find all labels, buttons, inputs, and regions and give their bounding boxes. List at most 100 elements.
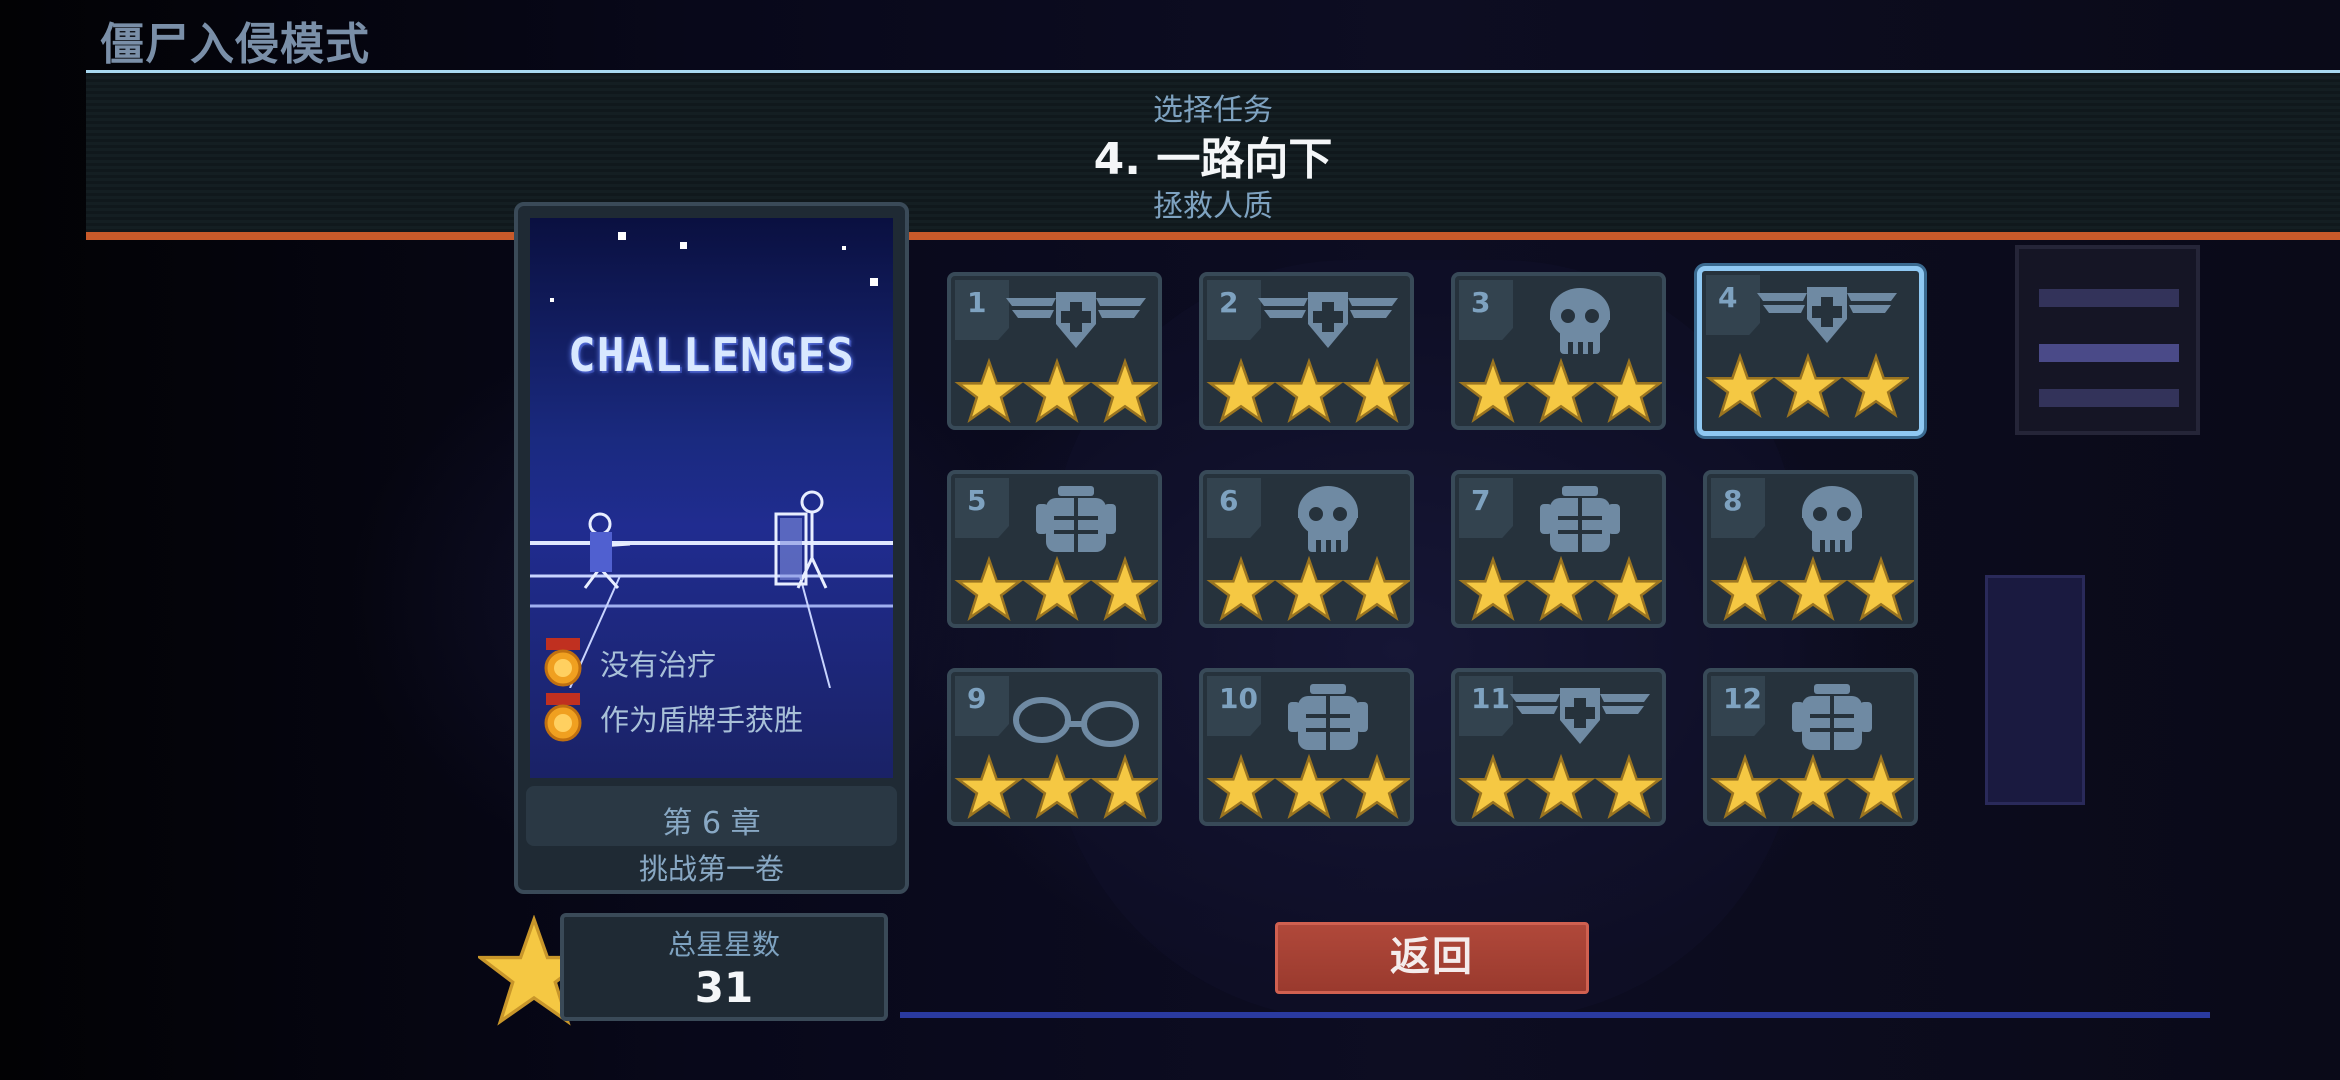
skull-icon [1802, 486, 1862, 552]
mission-tile-7[interactable]: 7 [1451, 470, 1666, 628]
medal-icon [544, 693, 582, 742]
star-icon [1710, 555, 1780, 622]
mission-number: 2 [1219, 286, 1239, 319]
chapter-label: 第 6 章 [662, 806, 761, 841]
mission-number: 9 [967, 682, 987, 715]
mission-number: 4 [1718, 281, 1738, 314]
armor-icon [1036, 486, 1116, 552]
mission-header: 选择任务 4. 一路向下 拯救人质 [86, 70, 2340, 240]
mission-tile-10[interactable]: 10 [1199, 668, 1414, 826]
mission-number: 11 [1471, 682, 1510, 715]
challenge-art: CHALLENGES 没有治疗 作为盾牌手获胜 [530, 218, 893, 778]
star-icon [1274, 555, 1344, 622]
challenge-card: CHALLENGES 没有治疗 作为盾牌手获胜 第 6 章 挑战第一卷 [514, 202, 909, 894]
mission-objective: 拯救人质 [1153, 189, 1273, 224]
background-soldier-silhouette [1050, 260, 1800, 1020]
mission-number: 6 [1219, 484, 1239, 517]
mission-stars [1710, 555, 1914, 622]
star-icon [1778, 555, 1848, 622]
star-icon [954, 357, 1024, 424]
total-stars-label: 总星星数 [667, 928, 780, 961]
armor-icon [1792, 684, 1872, 750]
star-icon [1458, 753, 1528, 820]
handcuffs-icon [1013, 697, 1139, 747]
challenge-label: 没有治疗 [600, 648, 717, 682]
mission-tile-11[interactable]: 11 [1451, 668, 1666, 826]
mission-tile-6[interactable]: 6 [1199, 470, 1414, 628]
star-icon [1274, 357, 1344, 424]
star-icon [1206, 357, 1276, 424]
mission-tile-2[interactable]: 2 [1199, 272, 1414, 430]
background-floor-line [900, 1012, 2210, 1018]
mission-tile-9[interactable]: 9 [947, 668, 1162, 826]
mission-number: 12 [1723, 682, 1762, 715]
mission-tile-12[interactable]: 12 [1703, 668, 1918, 826]
mission-stars [954, 555, 1158, 622]
total-stars-value: 31 [694, 963, 754, 1012]
mission-stars [1206, 753, 1410, 820]
mission-stars [1458, 555, 1662, 622]
medic-wings-icon [1757, 287, 1897, 343]
medic-wings-icon [1258, 292, 1398, 348]
star-icon [1342, 753, 1410, 820]
star-icon [1773, 352, 1843, 419]
star-icon [1594, 357, 1662, 424]
mission-tile-5[interactable]: 5 [947, 470, 1162, 628]
medal-icon [544, 638, 582, 687]
skull-icon [1550, 288, 1610, 354]
star-icon [1710, 753, 1780, 820]
mission-tile-4[interactable]: 4 [1697, 266, 1924, 436]
star-icon [1594, 555, 1662, 622]
star-icon [1022, 357, 1092, 424]
star-icon [1022, 555, 1092, 622]
mission-tile-3[interactable]: 3 [1451, 272, 1666, 430]
mission-stars [1705, 352, 1909, 419]
mission-stars [1710, 753, 1914, 820]
mission-number: 5 [967, 484, 987, 517]
medic-wings-icon [1510, 688, 1650, 744]
mode-title: 僵尸入侵模式 [100, 19, 370, 70]
skull-icon [1298, 486, 1358, 552]
challenge-label: 作为盾牌手获胜 [600, 703, 804, 737]
star-icon [1778, 753, 1848, 820]
back-button[interactable]: 返回 [1275, 922, 1589, 994]
star-icon [1526, 555, 1596, 622]
total-stars-box: 总星星数 31 [560, 913, 888, 1021]
star-icon [1841, 352, 1909, 419]
star-icon [1090, 753, 1158, 820]
mission-tile-8[interactable]: 8 [1703, 470, 1918, 628]
background-pillar [1985, 575, 2085, 805]
mission-stars [1458, 753, 1662, 820]
star-icon [1526, 753, 1596, 820]
star-icon [1846, 753, 1914, 820]
star-icon [1342, 555, 1410, 622]
mission-number: 8 [1723, 484, 1743, 517]
star-icon [1458, 357, 1528, 424]
mission-stars [954, 357, 1158, 424]
mission-number: 1 [967, 286, 987, 319]
mission-tile-1[interactable]: 1 [947, 272, 1162, 430]
mission-number: 7 [1471, 484, 1491, 517]
star-icon [954, 753, 1024, 820]
star-icon [1342, 357, 1410, 424]
star-icon [1594, 753, 1662, 820]
mission-number: 3 [1471, 286, 1491, 319]
volume-label: 挑战第一卷 [638, 852, 784, 886]
star-icon [1206, 555, 1276, 622]
challenge-item: 没有治疗 [540, 638, 880, 688]
medic-wings-icon [1006, 292, 1146, 348]
mission-stars [1206, 357, 1410, 424]
star-icon [954, 555, 1024, 622]
armor-icon [1540, 486, 1620, 552]
star-icon [1206, 753, 1276, 820]
mission-stars [1206, 555, 1410, 622]
star-icon [1526, 357, 1596, 424]
star-icon [1022, 753, 1092, 820]
armor-icon [1288, 684, 1368, 750]
star-icon [1274, 753, 1344, 820]
chapter-box: 第 6 章 [526, 786, 897, 846]
mission-number: 10 [1219, 682, 1258, 715]
star-icon [1705, 352, 1775, 419]
mission-stars [954, 753, 1158, 820]
challenge-art-title: CHALLENGES [568, 328, 855, 382]
